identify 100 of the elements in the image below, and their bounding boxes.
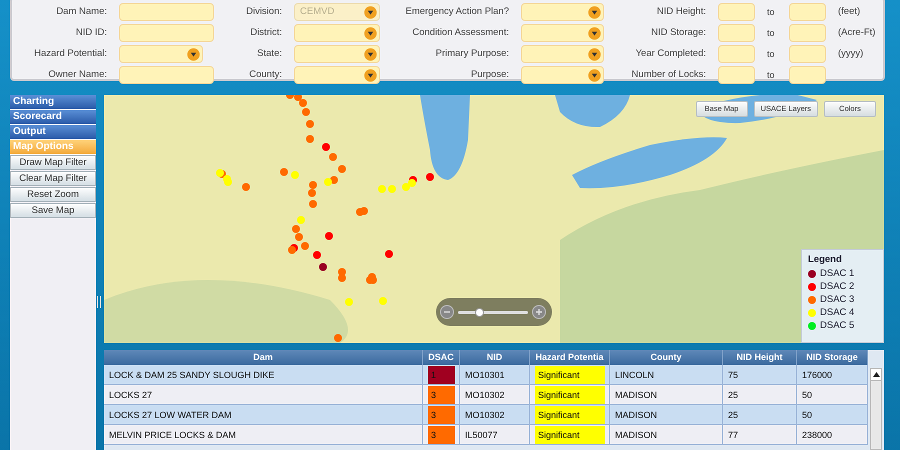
map-marker[interactable] — [216, 169, 224, 177]
map-marker[interactable] — [302, 108, 310, 116]
map-marker[interactable] — [360, 207, 368, 215]
sidebar-section-header[interactable]: Charting — [10, 95, 96, 110]
scrollbar[interactable] — [870, 368, 882, 450]
zoom-out-icon[interactable] — [440, 305, 454, 319]
input-field[interactable] — [789, 24, 826, 42]
input-field[interactable] — [718, 24, 755, 42]
status-cell: 3 — [428, 406, 455, 424]
map-marker[interactable] — [288, 246, 296, 254]
caret-icon — [364, 26, 377, 40]
column-header[interactable]: NID — [460, 350, 530, 365]
map-marker[interactable] — [309, 181, 317, 189]
input-field[interactable] — [718, 66, 755, 84]
field-label: Number of Locks: — [630, 68, 706, 82]
field-label: Condition Assessment: — [411, 26, 509, 40]
map-marker[interactable] — [322, 143, 330, 151]
map-marker[interactable] — [299, 99, 307, 107]
caret-icon — [588, 26, 601, 40]
map-marker[interactable] — [308, 189, 316, 197]
map-marker[interactable] — [426, 173, 434, 181]
sidebar-section-header[interactable]: Output — [10, 125, 96, 140]
map-marker[interactable] — [292, 225, 300, 233]
scroll-up-icon[interactable] — [872, 372, 880, 377]
column-header[interactable]: NID Storage — [797, 350, 868, 365]
map-marker[interactable] — [286, 95, 294, 99]
map-marker[interactable] — [242, 183, 250, 191]
input-field[interactable] — [789, 45, 826, 63]
field-label: NID Height: — [656, 5, 706, 19]
dropdown[interactable] — [521, 45, 604, 63]
map-marker[interactable] — [280, 168, 288, 176]
sidebar-button[interactable]: Reset Zoom — [10, 187, 96, 202]
status-cell: Significant — [535, 406, 605, 424]
dropdown[interactable] — [521, 24, 604, 42]
map-marker[interactable] — [295, 233, 303, 241]
field-label: State: — [256, 47, 282, 61]
input-field[interactable] — [119, 66, 214, 84]
map-marker[interactable] — [306, 135, 314, 143]
map-marker[interactable] — [319, 263, 327, 271]
map-marker[interactable] — [338, 165, 346, 173]
map-marker[interactable] — [301, 242, 309, 250]
input-field[interactable] — [119, 3, 214, 21]
map-marker[interactable] — [294, 95, 302, 101]
map-marker[interactable] — [306, 120, 314, 128]
table-cell: MADISON — [610, 425, 723, 445]
input-field[interactable] — [789, 66, 826, 84]
zoom-slider-thumb[interactable] — [475, 308, 484, 316]
splitter-grip-icon[interactable] — [97, 296, 101, 308]
column-header[interactable]: County — [610, 350, 723, 365]
input-field[interactable] — [789, 3, 826, 21]
map-marker[interactable] — [385, 250, 393, 258]
map-marker[interactable] — [345, 298, 353, 306]
map-marker[interactable] — [324, 178, 332, 186]
table-cell: MELVIN PRICE LOCKS & DAM — [104, 425, 423, 445]
dropdown[interactable] — [521, 3, 604, 21]
map-marker[interactable] — [329, 153, 337, 161]
sidebar-section-header[interactable]: Scorecard — [10, 110, 96, 125]
map-marker[interactable] — [291, 171, 299, 179]
dropdown[interactable] — [294, 66, 380, 84]
dropdown[interactable] — [521, 66, 604, 84]
table-cell: IL50077 — [460, 425, 530, 445]
input-field[interactable] — [718, 45, 755, 63]
unit-label: (feet) — [838, 5, 862, 19]
map-marker[interactable] — [224, 178, 232, 186]
unit-label: (Acre-Ft) — [838, 26, 876, 40]
map-marker[interactable] — [379, 297, 387, 305]
column-header[interactable]: DSAC — [423, 350, 460, 365]
map-marker[interactable] — [408, 179, 416, 187]
caret-icon — [588, 68, 601, 82]
dropdown[interactable] — [119, 45, 203, 63]
caret-icon — [364, 48, 377, 60]
dropdown[interactable] — [294, 45, 380, 63]
map-marker[interactable] — [378, 185, 386, 193]
map-marker[interactable] — [334, 334, 342, 342]
column-header[interactable]: NID Height — [723, 350, 797, 365]
sidebar-button[interactable]: Save Map — [10, 203, 96, 218]
column-header[interactable]: Dam — [104, 350, 423, 365]
caret-icon — [364, 6, 377, 18]
zoom-in-icon[interactable] — [532, 305, 546, 319]
range-separator: to — [767, 27, 776, 40]
column-header[interactable]: Hazard Potentia — [530, 350, 610, 365]
status-cell: 3 — [428, 426, 455, 444]
sidebar-button[interactable]: Clear Map Filter — [10, 171, 96, 186]
table-cell: LOCKS 27 — [104, 385, 423, 405]
table-cell: MADISON — [610, 405, 723, 425]
legend-label: DSAC 4 — [820, 306, 854, 320]
input-field[interactable] — [119, 24, 214, 42]
map-marker[interactable] — [338, 274, 346, 282]
map-marker[interactable] — [369, 276, 377, 284]
input-field[interactable] — [718, 3, 755, 21]
status-cell: Significant — [535, 386, 605, 404]
map-marker[interactable] — [325, 232, 333, 240]
map-marker[interactable] — [388, 185, 396, 193]
map-marker[interactable] — [402, 183, 410, 191]
legend-label: DSAC 1 — [820, 267, 854, 280]
sidebar-button[interactable]: Draw Map Filter — [10, 155, 96, 170]
map-marker[interactable] — [313, 251, 321, 259]
map-marker[interactable] — [309, 200, 317, 208]
map-marker[interactable] — [297, 216, 305, 224]
caret-icon — [588, 6, 601, 18]
